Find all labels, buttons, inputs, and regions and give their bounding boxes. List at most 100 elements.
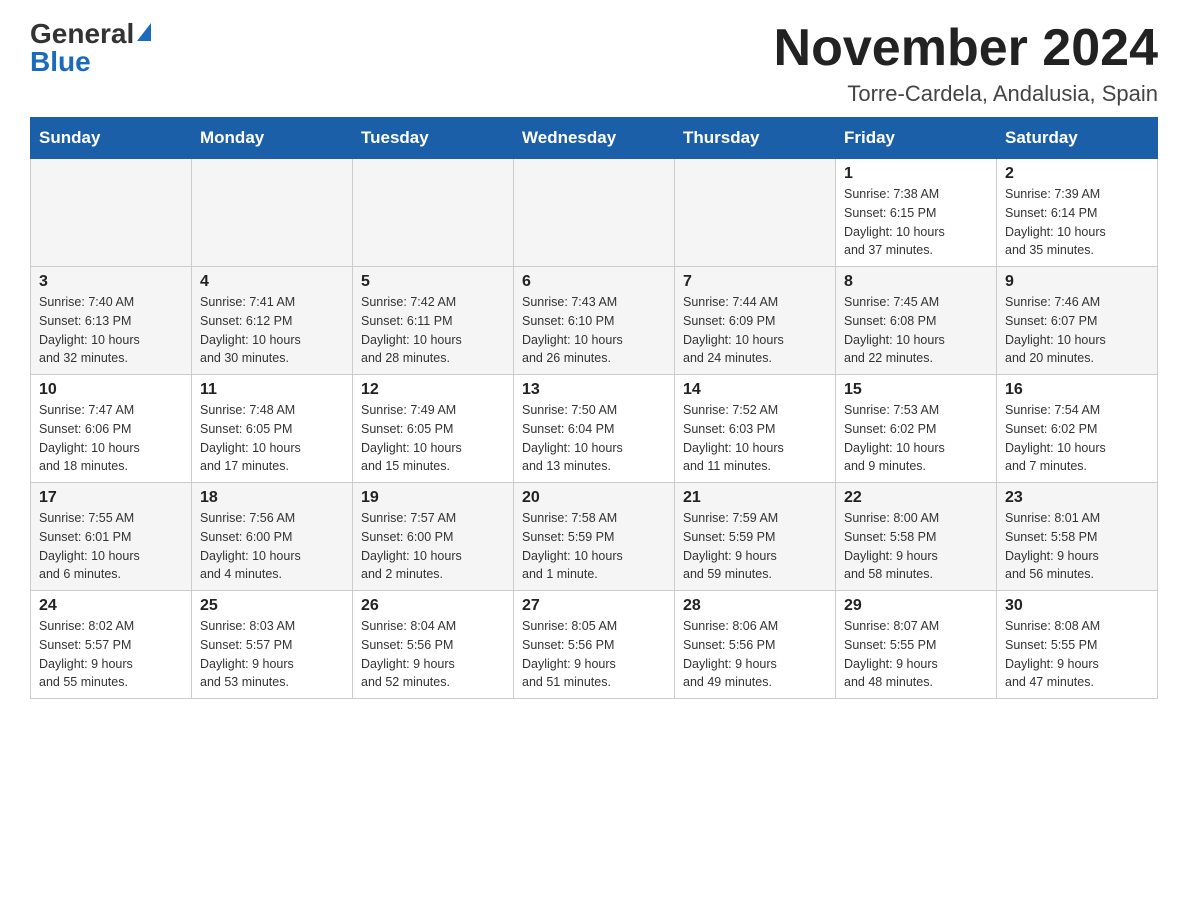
- day-info: Sunrise: 7:42 AM Sunset: 6:11 PM Dayligh…: [361, 293, 505, 368]
- day-number: 29: [844, 597, 988, 615]
- day-number: 10: [39, 381, 183, 399]
- calendar-cell: 3 Sunrise: 7:40 AM Sunset: 6:13 PM Daylig…: [31, 267, 192, 375]
- calendar-cell: 5 Sunrise: 7:42 AM Sunset: 6:11 PM Daylig…: [353, 267, 514, 375]
- day-info: Sunrise: 7:58 AM Sunset: 5:59 PM Dayligh…: [522, 509, 666, 584]
- calendar-cell: 10Sunrise: 7:47 AM Sunset: 6:06 PM Dayli…: [31, 375, 192, 483]
- calendar-week-3: 10Sunrise: 7:47 AM Sunset: 6:06 PM Dayli…: [31, 375, 1158, 483]
- location-title: Torre-Cardela, Andalusia, Spain: [774, 81, 1158, 107]
- calendar-cell: 25 Sunrise: 8:03 AM Sunset: 5:57 PM Dayli…: [192, 591, 353, 699]
- day-number: 9: [1005, 273, 1149, 291]
- calendar-week-4: 17Sunrise: 7:55 AM Sunset: 6:01 PM Dayli…: [31, 483, 1158, 591]
- day-number: 1: [844, 165, 988, 183]
- day-number: 3: [39, 273, 183, 291]
- day-info: Sunrise: 7:57 AM Sunset: 6:00 PM Dayligh…: [361, 509, 505, 584]
- calendar-cell: 6 Sunrise: 7:43 AM Sunset: 6:10 PM Daylig…: [514, 267, 675, 375]
- day-number: 24: [39, 597, 183, 615]
- day-info: Sunrise: 8:04 AM Sunset: 5:56 PM Dayligh…: [361, 617, 505, 692]
- calendar-cell: 29 Sunrise: 8:07 AM Sunset: 5:55 PM Dayli…: [836, 591, 997, 699]
- day-number: 14: [683, 381, 827, 399]
- calendar-cell: 17Sunrise: 7:55 AM Sunset: 6:01 PM Dayli…: [31, 483, 192, 591]
- calendar-cell: 12 Sunrise: 7:49 AM Sunset: 6:05 PM Dayli…: [353, 375, 514, 483]
- calendar-cell: 18 Sunrise: 7:56 AM Sunset: 6:00 PM Dayli…: [192, 483, 353, 591]
- calendar-cell: 23 Sunrise: 8:01 AM Sunset: 5:58 PM Dayli…: [997, 483, 1158, 591]
- day-info: Sunrise: 7:39 AM Sunset: 6:14 PM Dayligh…: [1005, 185, 1149, 260]
- day-number: 15: [844, 381, 988, 399]
- col-header-friday: Friday: [836, 118, 997, 159]
- day-number: 22: [844, 489, 988, 507]
- day-info: Sunrise: 7:40 AM Sunset: 6:13 PM Dayligh…: [39, 293, 183, 368]
- title-block: November 2024 Torre-Cardela, Andalusia, …: [774, 20, 1158, 107]
- calendar-cell: [675, 159, 836, 267]
- calendar-cell: 4 Sunrise: 7:41 AM Sunset: 6:12 PM Daylig…: [192, 267, 353, 375]
- day-info: Sunrise: 8:01 AM Sunset: 5:58 PM Dayligh…: [1005, 509, 1149, 584]
- day-number: 2: [1005, 165, 1149, 183]
- page-header: General Blue November 2024 Torre-Cardela…: [30, 20, 1158, 107]
- day-info: Sunrise: 8:05 AM Sunset: 5:56 PM Dayligh…: [522, 617, 666, 692]
- logo: General Blue: [30, 20, 151, 76]
- day-info: Sunrise: 8:03 AM Sunset: 5:57 PM Dayligh…: [200, 617, 344, 692]
- day-number: 26: [361, 597, 505, 615]
- day-info: Sunrise: 7:55 AM Sunset: 6:01 PM Dayligh…: [39, 509, 183, 584]
- day-info: Sunrise: 8:06 AM Sunset: 5:56 PM Dayligh…: [683, 617, 827, 692]
- calendar-cell: 19 Sunrise: 7:57 AM Sunset: 6:00 PM Dayli…: [353, 483, 514, 591]
- calendar-cell: 9 Sunrise: 7:46 AM Sunset: 6:07 PM Daylig…: [997, 267, 1158, 375]
- day-number: 13: [522, 381, 666, 399]
- calendar-week-1: 1 Sunrise: 7:38 AM Sunset: 6:15 PM Daylig…: [31, 159, 1158, 267]
- day-info: Sunrise: 7:45 AM Sunset: 6:08 PM Dayligh…: [844, 293, 988, 368]
- calendar-cell: 20 Sunrise: 7:58 AM Sunset: 5:59 PM Dayli…: [514, 483, 675, 591]
- month-title: November 2024: [774, 20, 1158, 77]
- calendar-cell: 13Sunrise: 7:50 AM Sunset: 6:04 PM Dayli…: [514, 375, 675, 483]
- col-header-thursday: Thursday: [675, 118, 836, 159]
- day-number: 8: [844, 273, 988, 291]
- day-number: 20: [522, 489, 666, 507]
- day-info: Sunrise: 7:59 AM Sunset: 5:59 PM Dayligh…: [683, 509, 827, 584]
- col-header-sunday: Sunday: [31, 118, 192, 159]
- day-number: 23: [1005, 489, 1149, 507]
- day-info: Sunrise: 7:38 AM Sunset: 6:15 PM Dayligh…: [844, 185, 988, 260]
- day-info: Sunrise: 7:41 AM Sunset: 6:12 PM Dayligh…: [200, 293, 344, 368]
- day-info: Sunrise: 8:07 AM Sunset: 5:55 PM Dayligh…: [844, 617, 988, 692]
- calendar-cell: 26 Sunrise: 8:04 AM Sunset: 5:56 PM Dayli…: [353, 591, 514, 699]
- calendar-cell: 7 Sunrise: 7:44 AM Sunset: 6:09 PM Daylig…: [675, 267, 836, 375]
- day-number: 25: [200, 597, 344, 615]
- day-info: Sunrise: 7:44 AM Sunset: 6:09 PM Dayligh…: [683, 293, 827, 368]
- day-info: Sunrise: 7:46 AM Sunset: 6:07 PM Dayligh…: [1005, 293, 1149, 368]
- logo-general-text: General: [30, 18, 134, 49]
- calendar-cell: 30Sunrise: 8:08 AM Sunset: 5:55 PM Dayli…: [997, 591, 1158, 699]
- calendar-cell: 27Sunrise: 8:05 AM Sunset: 5:56 PM Dayli…: [514, 591, 675, 699]
- day-number: 28: [683, 597, 827, 615]
- calendar-cell: [353, 159, 514, 267]
- day-number: 6: [522, 273, 666, 291]
- calendar-cell: 1 Sunrise: 7:38 AM Sunset: 6:15 PM Daylig…: [836, 159, 997, 267]
- logo-line2: Blue: [30, 48, 151, 76]
- col-header-wednesday: Wednesday: [514, 118, 675, 159]
- logo-triangle-icon: [137, 23, 151, 41]
- day-info: Sunrise: 7:43 AM Sunset: 6:10 PM Dayligh…: [522, 293, 666, 368]
- day-number: 7: [683, 273, 827, 291]
- day-info: Sunrise: 7:56 AM Sunset: 6:00 PM Dayligh…: [200, 509, 344, 584]
- col-header-tuesday: Tuesday: [353, 118, 514, 159]
- calendar-header-row: SundayMondayTuesdayWednesdayThursdayFrid…: [31, 118, 1158, 159]
- calendar-cell: 15 Sunrise: 7:53 AM Sunset: 6:02 PM Dayli…: [836, 375, 997, 483]
- col-header-monday: Monday: [192, 118, 353, 159]
- day-info: Sunrise: 7:48 AM Sunset: 6:05 PM Dayligh…: [200, 401, 344, 476]
- day-number: 12: [361, 381, 505, 399]
- day-number: 18: [200, 489, 344, 507]
- calendar-cell: 2 Sunrise: 7:39 AM Sunset: 6:14 PM Daylig…: [997, 159, 1158, 267]
- day-number: 4: [200, 273, 344, 291]
- logo-line1: General: [30, 20, 151, 48]
- day-number: 5: [361, 273, 505, 291]
- calendar-week-5: 24Sunrise: 8:02 AM Sunset: 5:57 PM Dayli…: [31, 591, 1158, 699]
- calendar-cell: 28 Sunrise: 8:06 AM Sunset: 5:56 PM Dayli…: [675, 591, 836, 699]
- calendar-cell: 24Sunrise: 8:02 AM Sunset: 5:57 PM Dayli…: [31, 591, 192, 699]
- day-number: 11: [200, 381, 344, 399]
- day-number: 30: [1005, 597, 1149, 615]
- calendar-cell: 11 Sunrise: 7:48 AM Sunset: 6:05 PM Dayli…: [192, 375, 353, 483]
- calendar-cell: 8 Sunrise: 7:45 AM Sunset: 6:08 PM Daylig…: [836, 267, 997, 375]
- calendar-week-2: 3 Sunrise: 7:40 AM Sunset: 6:13 PM Daylig…: [31, 267, 1158, 375]
- day-info: Sunrise: 7:49 AM Sunset: 6:05 PM Dayligh…: [361, 401, 505, 476]
- day-number: 19: [361, 489, 505, 507]
- day-info: Sunrise: 7:53 AM Sunset: 6:02 PM Dayligh…: [844, 401, 988, 476]
- calendar-cell: 14Sunrise: 7:52 AM Sunset: 6:03 PM Dayli…: [675, 375, 836, 483]
- calendar-cell: [31, 159, 192, 267]
